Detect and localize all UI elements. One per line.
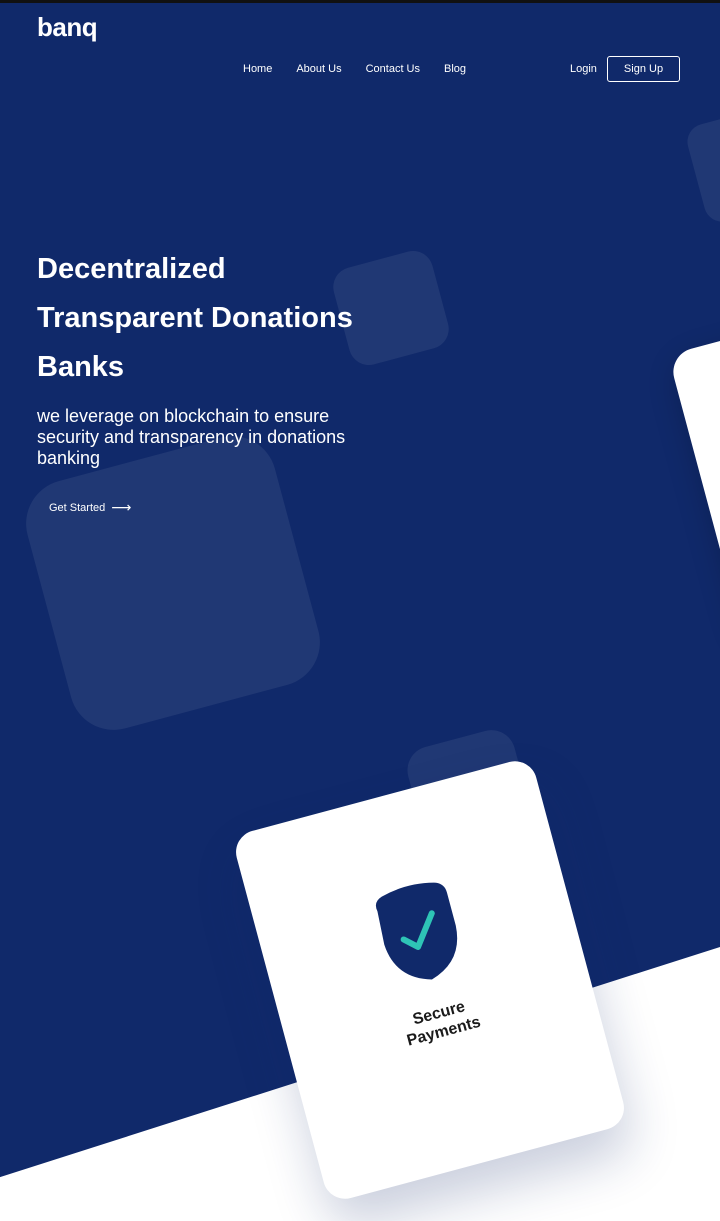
main-nav: Home About Us Contact Us Blog [243, 63, 490, 75]
top-border [0, 0, 720, 3]
hero-subtitle: we leverage on blockchain to ensure secu… [37, 406, 346, 468]
get-started-button[interactable]: Get Started ⟶ [49, 499, 131, 516]
brand-logo[interactable]: banq [37, 12, 98, 43]
get-started-label: Get Started [49, 501, 106, 514]
nav-blog[interactable]: Blog [444, 63, 466, 75]
hero-title-line: Transparent Donations [37, 302, 353, 334]
nav-about-us[interactable]: About Us [296, 63, 341, 75]
nav-home[interactable]: Home [243, 63, 272, 75]
hero-title-line: Decentralized [37, 253, 226, 285]
nav-contact-us[interactable]: Contact Us [366, 63, 420, 75]
login-link[interactable]: Login [570, 63, 597, 75]
card-label: Secure Payments [287, 964, 596, 1081]
shield-check-icon [375, 882, 458, 980]
sign-up-button[interactable]: Sign Up [607, 56, 680, 82]
hero-title: Decentralized Transparent Donations Bank… [37, 245, 353, 392]
hero-title-line: Banks [37, 351, 125, 383]
arrow-right-icon: ⟶ [111, 499, 132, 515]
